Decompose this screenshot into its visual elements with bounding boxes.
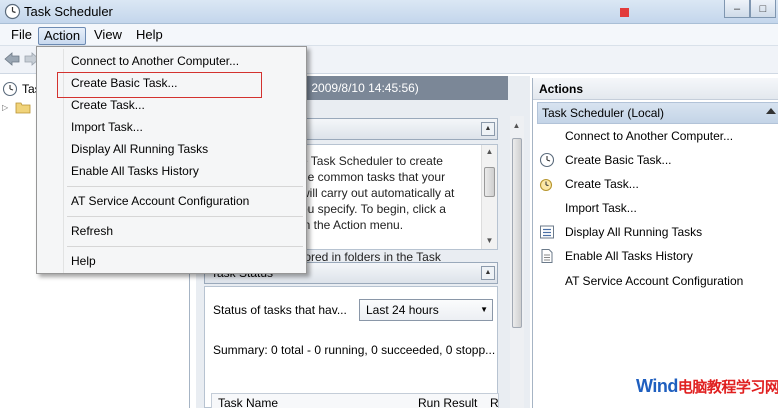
menu-separator	[67, 216, 303, 217]
actions-group-header[interactable]: Task Scheduler (Local)	[537, 102, 778, 124]
clock-icon	[539, 178, 553, 192]
overview-scrollbar[interactable]: ▲ ▼	[481, 145, 497, 249]
title-bar: Task Scheduler – □	[0, 0, 778, 24]
collapse-icon[interactable]: ▲	[481, 122, 495, 136]
scroll-thumb[interactable]	[512, 138, 522, 328]
maximize-button[interactable]: □	[750, 0, 776, 18]
action-display-running[interactable]: Display All Running Tasks	[539, 222, 777, 242]
column-task-name[interactable]: Task Name	[218, 396, 278, 408]
status-box: Status of tasks that hav... Last 24 hour…	[204, 286, 499, 408]
action-import-task[interactable]: Import Task...	[539, 198, 777, 218]
expand-icon[interactable]: ▷	[2, 103, 11, 112]
collapse-caret-icon[interactable]	[766, 108, 776, 114]
action-label: AT Service Account Configuration	[565, 274, 744, 288]
actions-pane: Actions Task Scheduler (Local) Connect t…	[532, 78, 778, 408]
status-summary: Summary: 0 total - 0 running, 0 succeede…	[213, 343, 496, 357]
menu-view[interactable]: View	[89, 27, 127, 45]
watermark-latin: Wind	[636, 376, 678, 396]
chevron-down-icon: ▼	[480, 305, 488, 314]
scroll-thumb[interactable]	[484, 167, 495, 197]
clock-gear-icon	[539, 152, 555, 168]
list-icon	[540, 225, 554, 239]
clock-icon	[2, 81, 18, 97]
window-controls: – □	[724, 0, 776, 18]
overview-text: e Task Scheduler to create ge common tas…	[301, 154, 455, 264]
action-label: Create Basic Task...	[565, 153, 672, 167]
folder-icon	[15, 102, 31, 114]
menu-item-import-task[interactable]: Import Task...	[71, 117, 143, 137]
menu-file[interactable]: File	[6, 27, 37, 45]
action-menu-dropdown: Connect to Another Computer... Create Ba…	[36, 46, 307, 274]
menu-separator	[67, 186, 303, 187]
menu-action[interactable]: Action	[38, 27, 87, 45]
action-create-task[interactable]: Create Task...	[539, 174, 777, 194]
task-table-header: Task Name Run Result R	[211, 393, 499, 408]
center-scrollbar[interactable]: ▲	[510, 116, 524, 408]
window-title: Task Scheduler	[24, 4, 113, 19]
action-at-service-config[interactable]: AT Service Account Configuration	[539, 271, 777, 291]
scroll-up-icon[interactable]: ▲	[485, 148, 494, 156]
site-watermark: Wind电脑教程学习网	[636, 376, 778, 397]
menu-item-help[interactable]: Help	[71, 251, 96, 271]
menu-item-connect[interactable]: Connect to Another Computer...	[71, 51, 239, 71]
action-create-basic-task[interactable]: Create Basic Task...	[539, 150, 777, 170]
taskbar-red-mark	[620, 8, 629, 17]
back-arrow-icon[interactable]	[4, 52, 20, 66]
scroll-up-icon[interactable]: ▲	[512, 122, 521, 130]
menu-help[interactable]: Help	[131, 27, 168, 45]
actions-title: Actions	[533, 78, 778, 100]
task-scheduler-app-icon	[4, 3, 21, 20]
minimize-icon: –	[733, 2, 741, 15]
action-label: Import Task...	[565, 201, 637, 215]
menu-separator	[67, 246, 303, 247]
status-filter-label: Status of tasks that hav...	[213, 303, 347, 317]
menu-item-at-service-config[interactable]: AT Service Account Configuration	[71, 191, 249, 211]
maximize-icon: □	[759, 2, 767, 15]
scroll-down-icon[interactable]: ▼	[485, 237, 494, 245]
menu-item-display-running[interactable]: Display All Running Tasks	[71, 139, 208, 159]
action-connect[interactable]: Connect to Another Computer...	[539, 126, 777, 146]
action-enable-history[interactable]: Enable All Tasks History	[539, 246, 777, 266]
minimize-button[interactable]: –	[724, 0, 750, 18]
menu-item-create-task[interactable]: Create Task...	[71, 95, 145, 115]
column-r[interactable]: R	[490, 396, 499, 408]
action-label: Display All Running Tasks	[565, 225, 703, 239]
action-label: Create Task...	[565, 177, 639, 191]
status-period-select[interactable]: Last 24 hours ▼	[359, 299, 493, 321]
collapse-icon[interactable]: ▲	[481, 266, 495, 280]
actions-group-label: Task Scheduler (Local)	[542, 106, 665, 120]
action-label: Connect to Another Computer...	[565, 129, 734, 143]
action-label: Enable All Tasks History	[565, 249, 693, 263]
menu-item-enable-history[interactable]: Enable All Tasks History	[71, 161, 199, 181]
column-run-result[interactable]: Run Result	[418, 396, 477, 408]
menu-item-refresh[interactable]: Refresh	[71, 221, 113, 241]
status-select-value: Last 24 hours	[366, 303, 439, 317]
watermark-cjk: 电脑教程学习网	[677, 379, 778, 396]
menu-bar: File Action View Help	[0, 24, 778, 46]
tree-item-library[interactable]: ▷	[2, 98, 31, 116]
document-icon	[541, 249, 553, 263]
